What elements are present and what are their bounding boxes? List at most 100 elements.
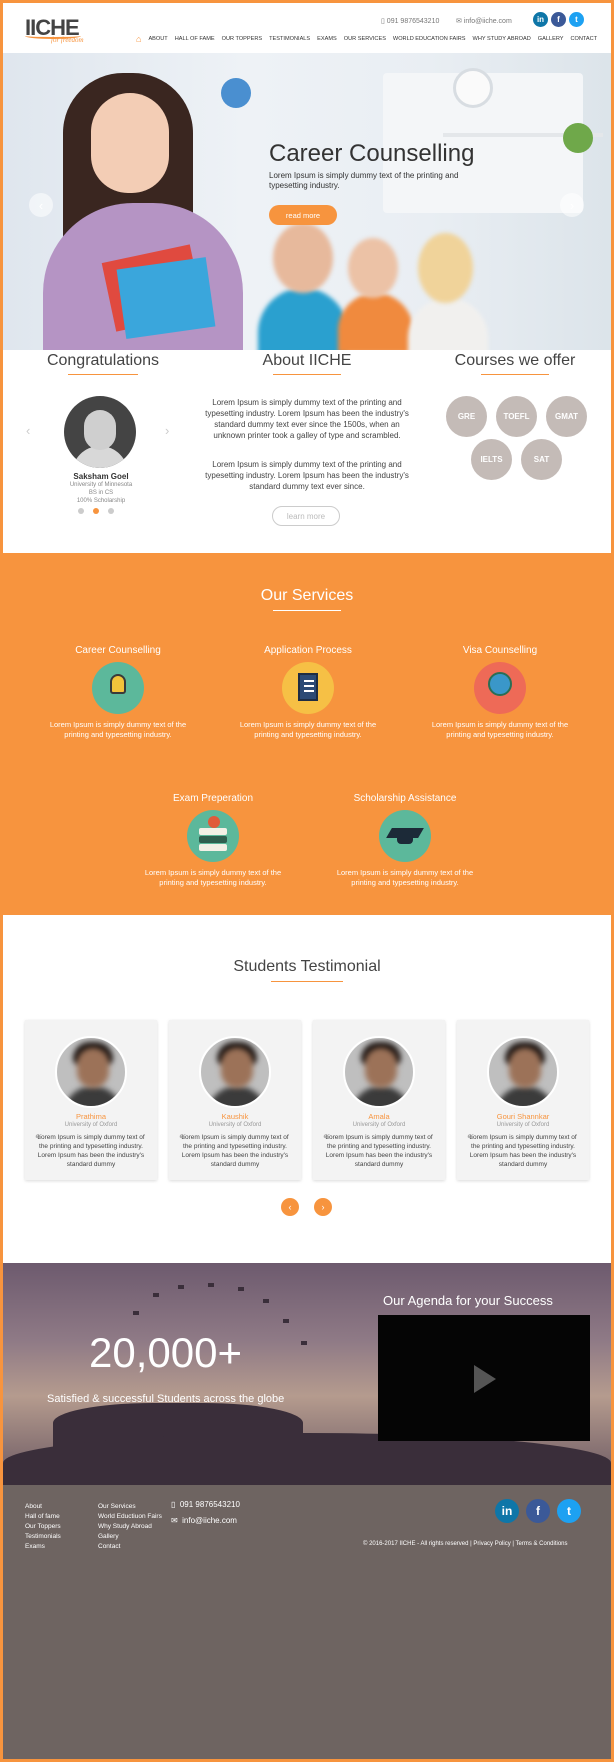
footer-link[interactable]: Why Study Abroad bbox=[98, 1523, 162, 1530]
course-gre[interactable]: GRE bbox=[446, 396, 487, 437]
testimonial-photo bbox=[55, 1036, 127, 1108]
hero-woman-face bbox=[91, 93, 169, 193]
course-toefl[interactable]: TOEFL bbox=[496, 396, 537, 437]
testimonial-card: Gouri Shannkar University of Oxford “ Lo… bbox=[457, 1020, 589, 1180]
hero-kid bbox=[258, 288, 348, 350]
hero-bg-plant bbox=[563, 123, 593, 153]
course-sat[interactable]: SAT bbox=[521, 439, 562, 480]
testimonial-text: Lorem Ipsum is simply dummy text of the … bbox=[469, 1134, 577, 1168]
nav-contact[interactable]: CONTACT bbox=[571, 36, 598, 42]
testimonial-photo bbox=[487, 1036, 559, 1108]
chevron-right-icon[interactable]: › bbox=[314, 1198, 332, 1216]
testimonial-university: University of Oxford bbox=[496, 1122, 550, 1128]
footer-link[interactable]: Contact bbox=[98, 1543, 162, 1550]
nav-about[interactable]: ABOUT bbox=[148, 36, 167, 42]
service-title: Scholarship Assistance bbox=[353, 793, 457, 804]
nav-world-education-fairs[interactable]: WORLD EDUCATION FAIRS bbox=[393, 36, 466, 42]
carousel-dot[interactable] bbox=[108, 508, 114, 514]
chevron-left-icon[interactable]: ‹ bbox=[26, 423, 30, 438]
footer-phone: ▯ 091 9876543210 bbox=[171, 1500, 240, 1509]
home-icon[interactable]: ⌂ bbox=[136, 34, 141, 44]
hero-slider: Career Counselling Lorem Ipsum is simply… bbox=[3, 53, 611, 350]
footer-links-1: About Hall of fame Our Toppers Testimoni… bbox=[25, 1503, 61, 1550]
footer-email[interactable]: ✉ info@iiche.com bbox=[171, 1516, 237, 1525]
header-phone-text: 091 9876543210 bbox=[386, 18, 440, 25]
course-ielts[interactable]: IELTS bbox=[471, 439, 512, 480]
carousel-dots bbox=[78, 508, 114, 514]
service-exam-preperation[interactable]: Exam Preperation Lorem Ipsum is simply d… bbox=[128, 793, 298, 888]
learn-more-button[interactable]: learn more bbox=[272, 506, 340, 526]
testimonial-university: University of Oxford bbox=[352, 1122, 406, 1128]
twitter-icon[interactable]: t bbox=[569, 12, 584, 27]
read-more-button[interactable]: read more bbox=[269, 205, 337, 225]
site-header: IICHE for freedom ▯ 091 9876543210 ✉ inf… bbox=[3, 3, 611, 53]
services-section: Our Services Career Counselling Lorem Ip… bbox=[3, 553, 611, 915]
site-footer: About Hall of fame Our Toppers Testimoni… bbox=[3, 1485, 611, 1759]
nav-our-services[interactable]: OUR SERVICES bbox=[344, 36, 386, 42]
cap-base-shape bbox=[397, 836, 413, 844]
globe-shape bbox=[488, 672, 512, 696]
agenda-title: Our Agenda for your Success bbox=[383, 1293, 553, 1308]
video-player[interactable] bbox=[378, 1315, 590, 1441]
footer-link[interactable]: Testimonials bbox=[25, 1533, 61, 1540]
footer-link[interactable]: Gallery bbox=[98, 1533, 162, 1540]
service-text: Lorem Ipsum is simply dummy text of the … bbox=[336, 868, 474, 887]
hero-kid bbox=[348, 238, 398, 298]
footer-link[interactable]: Our Services bbox=[98, 1503, 162, 1510]
service-visa-counselling[interactable]: Visa Counselling Lorem Ipsum is simply d… bbox=[415, 645, 585, 740]
nav-hall-of-fame[interactable]: HALL OF FAME bbox=[175, 36, 215, 42]
courses-underline bbox=[481, 374, 549, 375]
services-underline bbox=[273, 610, 341, 611]
facebook-icon[interactable]: f bbox=[551, 12, 566, 27]
header-email[interactable]: ✉ info@iiche.com bbox=[456, 17, 512, 25]
photo-body bbox=[207, 1086, 267, 1106]
chevron-left-icon[interactable]: ‹ bbox=[281, 1198, 299, 1216]
carousel-dot-active[interactable] bbox=[93, 508, 99, 514]
chevron-left-icon[interactable]: ‹ bbox=[29, 193, 53, 217]
nav-our-toppers[interactable]: OUR TOPPERS bbox=[222, 36, 263, 42]
stats-banner: 20,000+ Satisfied & successful Students … bbox=[3, 1263, 611, 1485]
linkedin-icon[interactable]: in bbox=[495, 1499, 519, 1523]
footer-link[interactable]: Hall of fame bbox=[25, 1513, 61, 1520]
service-scholarship-assistance[interactable]: Scholarship Assistance Lorem Ipsum is si… bbox=[320, 793, 490, 888]
thrown-cap bbox=[178, 1285, 184, 1289]
testimonial-name: Amala bbox=[368, 1112, 390, 1121]
twitter-icon[interactable]: t bbox=[557, 1499, 581, 1523]
linkedin-icon[interactable]: in bbox=[533, 12, 548, 27]
footer-link[interactable]: Our Toppers bbox=[25, 1523, 61, 1530]
service-title: Career Counselling bbox=[75, 645, 161, 656]
facebook-icon[interactable]: f bbox=[526, 1499, 550, 1523]
page-frame: IICHE for freedom ▯ 091 9876543210 ✉ inf… bbox=[3, 3, 611, 1759]
hero-kid bbox=[408, 298, 488, 350]
graduation-cap-icon bbox=[379, 810, 431, 862]
photo-face bbox=[77, 1048, 109, 1088]
nav-gallery[interactable]: GALLERY bbox=[538, 36, 564, 42]
service-application-process[interactable]: Application Process Lorem Ipsum is simpl… bbox=[223, 645, 393, 740]
nav-why-study-abroad[interactable]: WHY STUDY ABROAD bbox=[473, 36, 531, 42]
carousel-dot[interactable] bbox=[78, 508, 84, 514]
photo-face bbox=[365, 1048, 397, 1088]
copyright-text: © 2016-2017 IICHE - All rights reserved … bbox=[363, 1541, 568, 1547]
student-name: Saksham Goel bbox=[73, 472, 129, 481]
course-gmat[interactable]: GMAT bbox=[546, 396, 587, 437]
play-icon[interactable] bbox=[474, 1365, 496, 1393]
nav-testimonials[interactable]: TESTIMONIALS bbox=[269, 36, 310, 42]
chevron-right-icon[interactable]: › bbox=[560, 193, 584, 217]
quote-icon: “ bbox=[179, 1132, 186, 1147]
footer-link[interactable]: About bbox=[25, 1503, 61, 1510]
testimonial-card: Kaushik University of Oxford “ Lorem Ips… bbox=[169, 1020, 301, 1180]
service-career-counselling[interactable]: Career Counselling Lorem Ipsum is simply… bbox=[33, 645, 203, 740]
service-title: Visa Counselling bbox=[462, 645, 538, 656]
service-text: Lorem Ipsum is simply dummy text of the … bbox=[431, 720, 569, 739]
header-phone: ▯ 091 9876543210 bbox=[381, 18, 440, 25]
nav-exams[interactable]: EXAMS bbox=[317, 36, 337, 42]
hero-bg-clock bbox=[453, 68, 493, 108]
thrown-cap bbox=[238, 1287, 244, 1291]
footer-link[interactable]: Exams bbox=[25, 1543, 61, 1550]
footer-link[interactable]: World Eductiuon Fairs bbox=[98, 1513, 162, 1520]
student-scholarship: 100% Scholarship bbox=[76, 498, 126, 504]
footer-links-2: Our Services World Eductiuon Fairs Why S… bbox=[98, 1503, 162, 1550]
footer-social: in f t bbox=[495, 1499, 581, 1523]
chevron-right-icon[interactable]: › bbox=[165, 423, 169, 438]
testimonial-photo bbox=[199, 1036, 271, 1108]
